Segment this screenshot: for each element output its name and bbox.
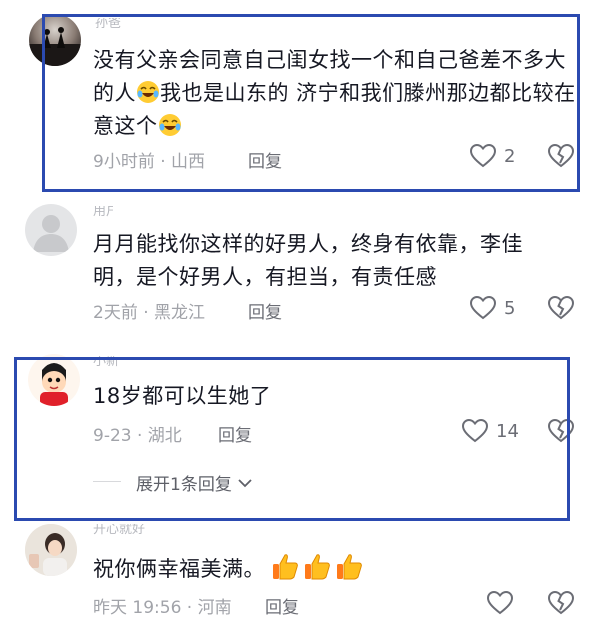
comment-text: 祝你俩幸福美满。	[93, 552, 563, 586]
like-button[interactable]: 14	[462, 419, 519, 443]
like-button[interactable]	[487, 591, 521, 615]
comment-text: 18岁都可以生她了	[93, 384, 272, 408]
reply-button[interactable]: 回复	[248, 298, 282, 323]
avatar[interactable]	[25, 204, 77, 256]
like-count: 14	[496, 420, 519, 442]
comment-1: 孙爸 没有父亲会同意自己闺女找一个和自己爸差不多大的人 我也是山东的 济宁和我们滕…	[0, 0, 600, 190]
expand-replies-label: 展开1条回复	[136, 475, 232, 495]
dislike-button[interactable]	[547, 295, 575, 324]
laugh-crying-emoji-icon	[158, 113, 182, 137]
dislike-button[interactable]	[547, 143, 575, 172]
reply-button[interactable]: 回复	[248, 147, 282, 172]
comment-meta: 2天前 · 黑龙江	[93, 303, 206, 323]
like-button[interactable]: 2	[470, 144, 515, 168]
comment-4: 开心就好 祝你俩幸福美满。 昨天 19:56 · 河南 回复	[0, 520, 600, 631]
heart-outline-icon	[470, 296, 496, 320]
comment-text: 没有父亲会同意自己闺女找一个和自己爸差不多大的人 我也是山东的 济宁和我们滕州那边…	[93, 44, 583, 143]
comment-2: 用户 月月能找你这样的好男人，终身有依靠，李佳明，是个好男人，有担当，有责任感 …	[0, 200, 600, 340]
dislike-button[interactable]	[547, 590, 575, 619]
reply-button[interactable]: 回复	[218, 421, 252, 446]
reply-button[interactable]: 回复	[265, 593, 299, 618]
avatar[interactable]	[25, 524, 77, 576]
username[interactable]: 用户	[93, 206, 113, 218]
thumbs-up-emoji-icon	[271, 552, 299, 580]
like-button[interactable]: 5	[470, 296, 515, 320]
like-count: 5	[504, 297, 516, 319]
divider	[93, 481, 121, 482]
comment-text: 月月能找你这样的好男人，终身有依靠，李佳明，是个好男人，有担当，有责任感	[93, 232, 523, 289]
avatar[interactable]	[29, 14, 81, 66]
heart-outline-icon	[470, 144, 496, 168]
comment-text-part: 祝你俩幸福美满。	[93, 557, 265, 581]
avatar[interactable]	[28, 354, 80, 406]
broken-heart-icon	[547, 143, 575, 168]
expand-replies-button[interactable]: 展开1条回复	[136, 470, 252, 495]
broken-heart-icon	[547, 590, 575, 615]
username[interactable]: 小新	[93, 356, 173, 368]
comment-meta: 9小时前 · 山西	[93, 152, 206, 172]
broken-heart-icon	[547, 295, 575, 320]
like-count: 2	[504, 145, 516, 167]
chevron-down-icon	[238, 478, 252, 487]
broken-heart-icon	[547, 418, 575, 443]
username[interactable]: 开心就好	[93, 524, 173, 536]
thumbs-up-emoji-icon	[335, 552, 363, 580]
dislike-button[interactable]	[547, 418, 575, 447]
heart-outline-icon	[462, 419, 488, 443]
username[interactable]: 孙爸	[95, 18, 175, 30]
comment-meta: 9-23 · 湖北	[93, 426, 182, 446]
comment-meta: 昨天 19:56 · 河南	[93, 598, 232, 618]
heart-outline-icon	[487, 591, 513, 615]
comment-3: 小新 18岁都可以生她了 9-23 · 湖北 回复 14 展开1条回复	[0, 350, 600, 520]
thumbs-up-emoji-icon	[303, 552, 331, 580]
laugh-crying-emoji-icon	[136, 80, 160, 104]
